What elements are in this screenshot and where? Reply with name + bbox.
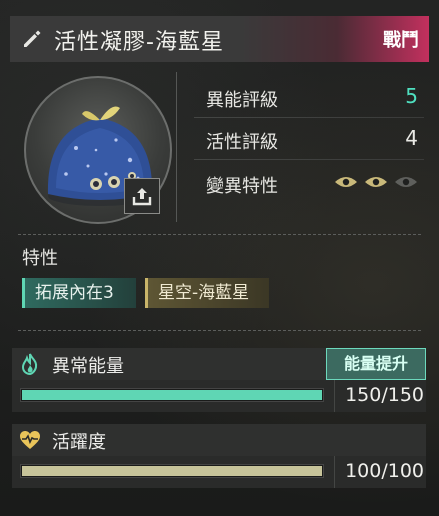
vitality-value: 100/100	[345, 460, 424, 482]
trait-chip[interactable]: 星空-海藍星	[145, 278, 269, 308]
stat-label: 活性評級	[206, 132, 278, 153]
energy-boost-button[interactable]: 能量提升	[326, 348, 426, 380]
eye-icon	[365, 177, 387, 187]
stat-ability-rating: 異能評級 5	[194, 78, 424, 118]
vitality-label: 活躍度	[52, 432, 106, 453]
pencil-icon[interactable]	[20, 27, 44, 51]
energy-progress-bar	[20, 388, 324, 402]
energy-label: 異常能量	[52, 356, 124, 377]
section-divider	[18, 234, 421, 235]
export-button[interactable]	[124, 178, 160, 214]
share-export-icon	[132, 188, 152, 206]
energy-progress-fill	[22, 390, 322, 400]
title-bar: 活性凝膠-海藍星 戰鬥	[10, 16, 429, 62]
creature-name: 活性凝膠-海藍星	[54, 30, 224, 55]
vitality-progress-bar	[20, 464, 324, 478]
stat-mutation-traits: 變異特性	[194, 164, 424, 204]
heart-pulse-icon	[20, 431, 40, 449]
stat-label: 異能評級	[206, 90, 278, 111]
vitality-progress-fill	[22, 466, 322, 476]
stat-value: 4	[405, 126, 418, 150]
energy-value: 150/150	[345, 384, 424, 406]
portrait-divider	[176, 72, 177, 222]
eye-icon	[335, 177, 357, 187]
trait-chip[interactable]: 拓展內在3	[22, 278, 136, 308]
stat-label: 變異特性	[206, 176, 278, 197]
battle-badge: 戰鬥	[383, 30, 419, 51]
flame-icon	[21, 353, 38, 376]
eye-icon	[395, 177, 417, 187]
stat-activity-rating: 活性評級 4	[194, 120, 424, 160]
traits-heading: 特性	[22, 248, 58, 269]
mutation-eye-indicators	[334, 174, 418, 190]
stat-value: 5	[405, 84, 418, 108]
section-divider	[18, 330, 421, 331]
